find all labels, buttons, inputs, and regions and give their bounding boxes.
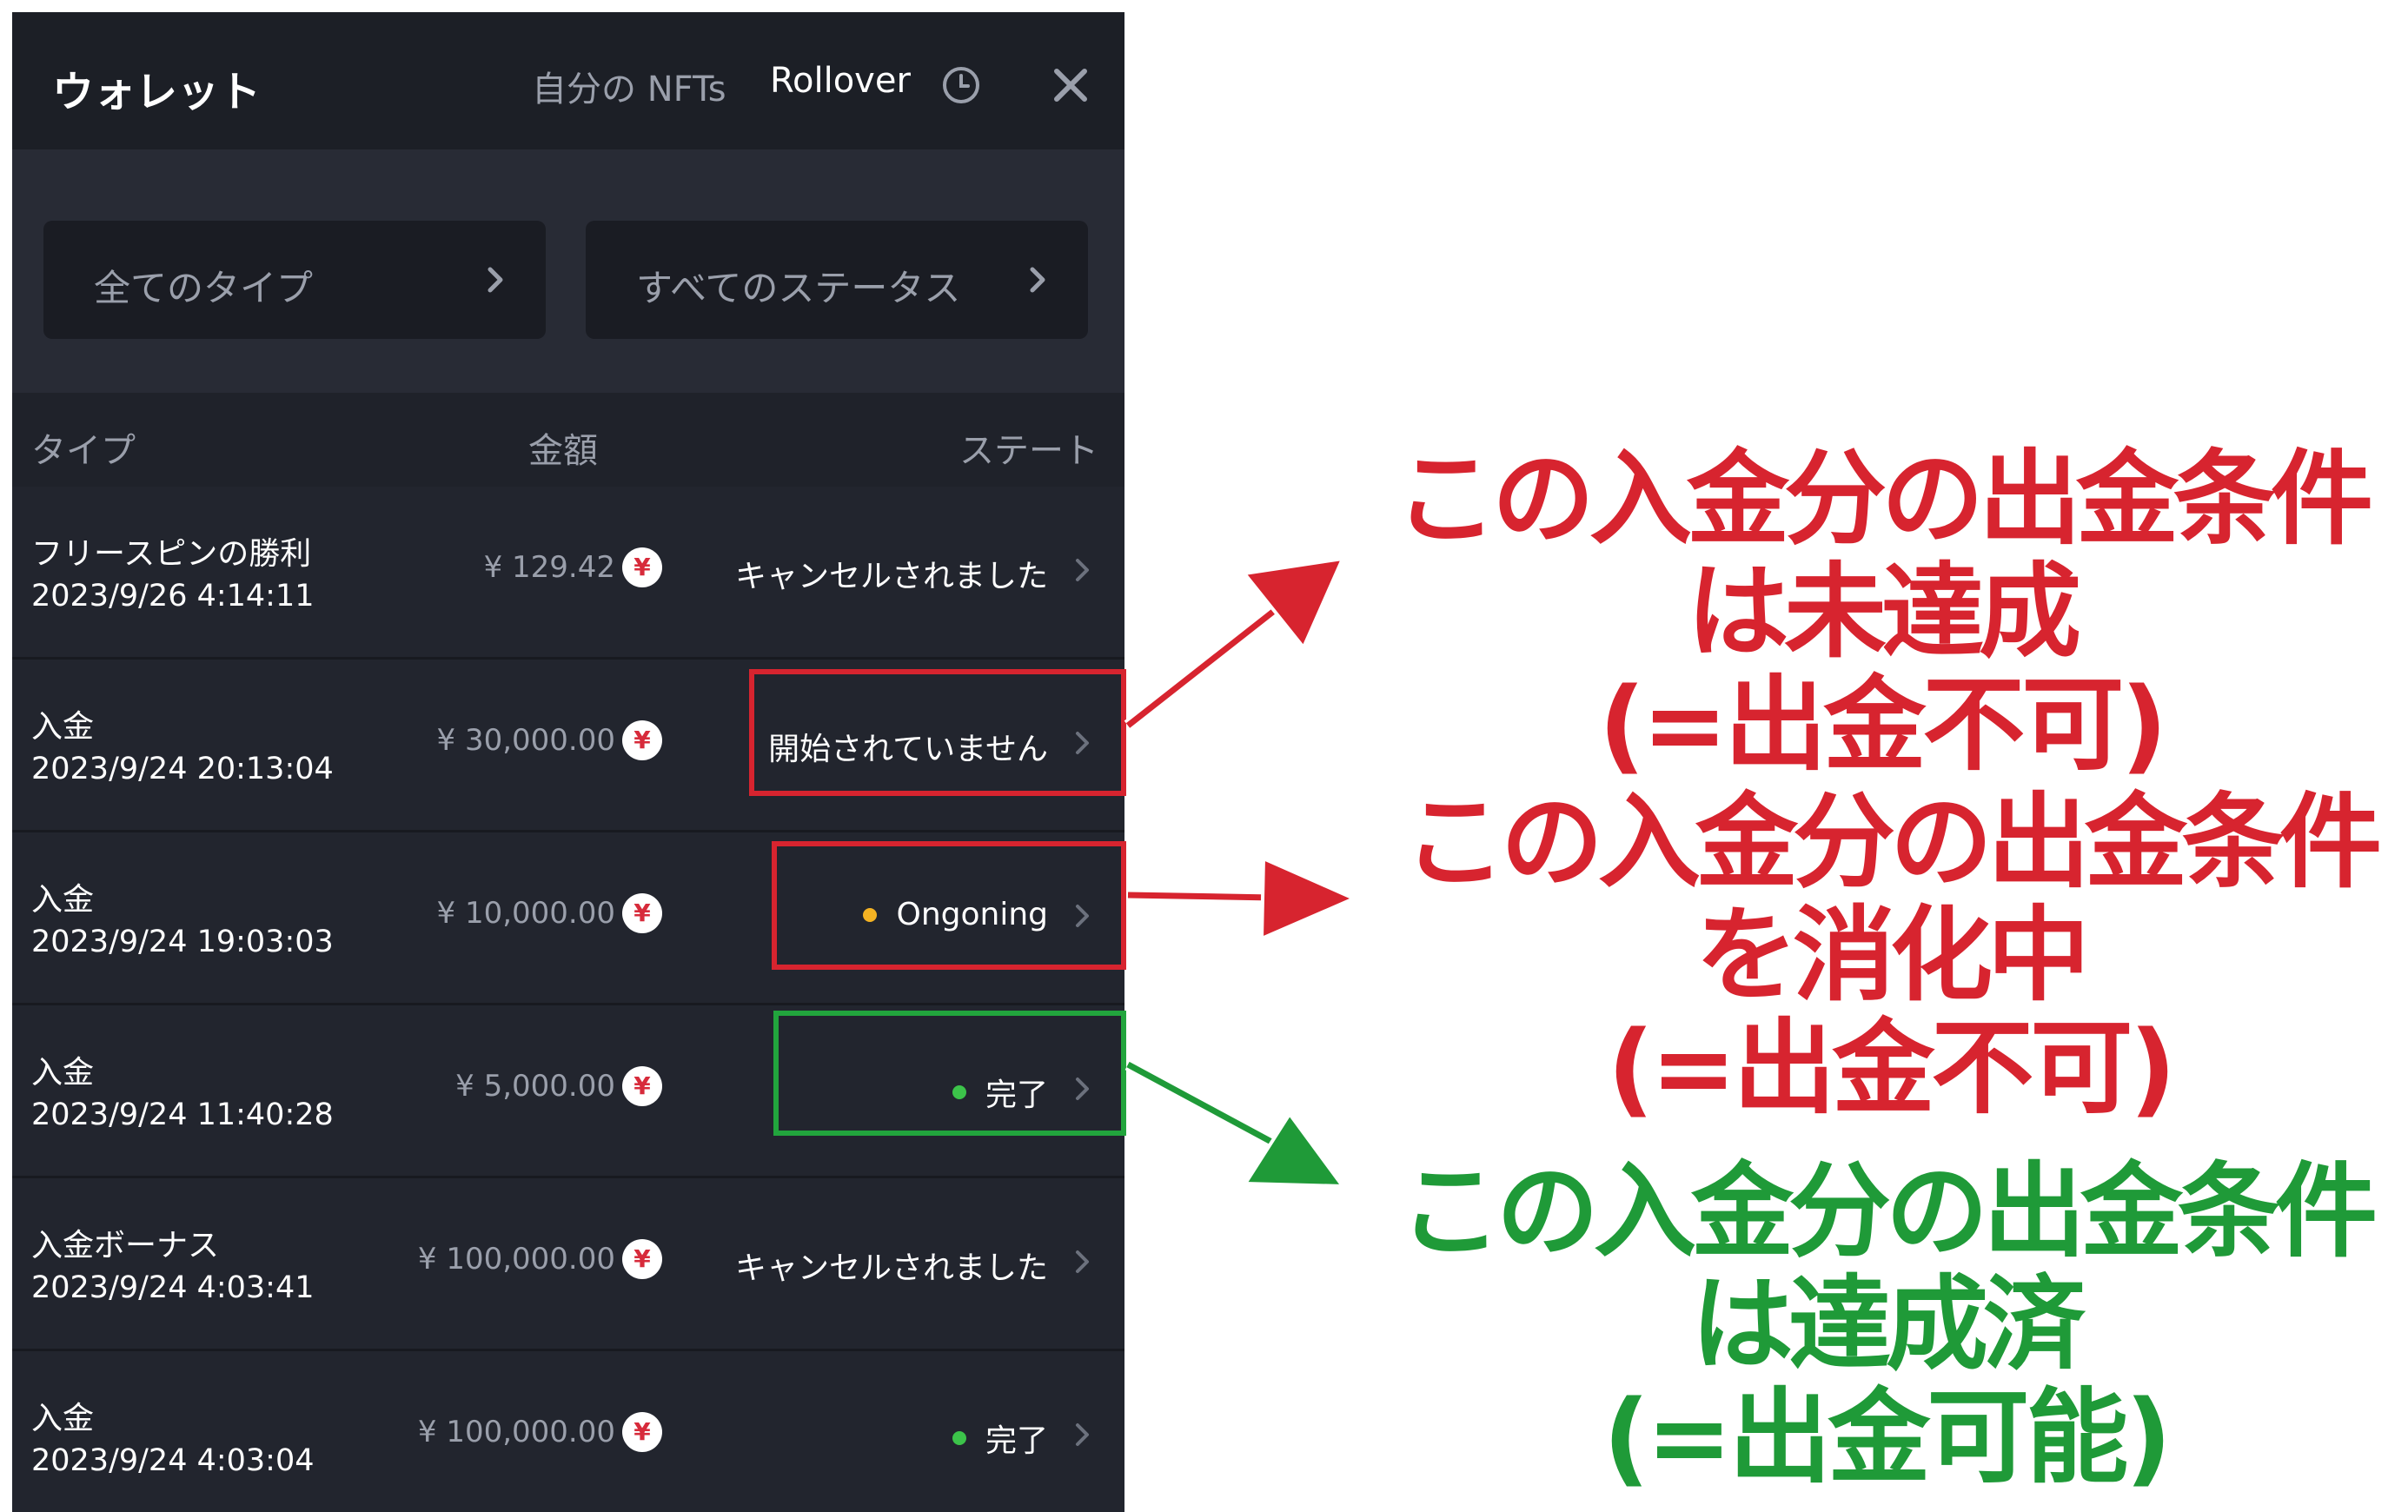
row-amount: ¥ 10,000.00 ¥ [437, 893, 662, 933]
status-dot-icon [952, 1431, 966, 1445]
wallet-title: ウォレット [52, 68, 262, 116]
row-status: 完了 [952, 1416, 1048, 1461]
row-date: 2023/9/24 11:40:28 [31, 1098, 334, 1132]
highlight-box-not-started [749, 669, 1126, 796]
row-date: 2023/9/24 19:03:03 [31, 925, 334, 959]
row-date: 2023/9/24 20:13:04 [31, 752, 334, 786]
chevron-right-icon [1076, 1423, 1089, 1446]
yen-coin-icon: ¥ [622, 547, 662, 587]
yen-coin-icon: ¥ [622, 1412, 662, 1452]
status-filter-button[interactable]: すべてのステータス [586, 221, 1088, 339]
type-filter-label: 全てのタイプ [94, 267, 314, 309]
chevron-right-icon [488, 267, 503, 293]
row-date: 2023/9/26 4:14:11 [31, 579, 315, 613]
row-amount: ¥ 129.42 ¥ [484, 547, 662, 587]
status-text: 完了 [985, 1423, 1048, 1459]
annotation-text: この入金分の出金条件を消化中 [1403, 782, 2382, 1015]
yen-coin-icon: ¥ [622, 720, 662, 760]
annotation-ongoing: この入金分の出金条件を消化中 (=出金不可) [1369, 786, 2408, 1124]
table-row[interactable]: フリースピンの勝利 2023/9/26 4:14:11 ¥ 129.42 ¥ キャ… [12, 487, 1124, 660]
annotation-text: この入金分の出金条件は未達成 [1394, 439, 2373, 672]
type-filter-button[interactable]: 全てのタイプ [43, 221, 546, 339]
row-amount: ¥ 100,000.00 ¥ [418, 1412, 662, 1452]
annotation-completed: この入金分の出金条件は達成済 (=出金可能) [1364, 1151, 2407, 1497]
tab-my-nfts[interactable]: 自分の NFTs [532, 61, 726, 111]
amount-value: ¥ 5,000.00 [455, 1069, 615, 1104]
row-date: 2023/9/24 4:03:04 [31, 1443, 315, 1478]
status-text: キャンセルされました [734, 1250, 1048, 1286]
table-header: タイプ 金額 ステート [12, 393, 1124, 487]
row-status: キャンセルされました [735, 551, 1048, 596]
highlight-box-ongoing [772, 841, 1126, 970]
arrow-green-down [1124, 1058, 1347, 1189]
status-filter-label: すべてのステータス [636, 267, 961, 309]
row-type: 入金 [31, 1055, 95, 1091]
status-text: キャンセルされました [734, 559, 1048, 594]
tab-rollover[interactable]: Rollover [770, 61, 911, 101]
chevron-right-icon [1076, 1250, 1089, 1273]
row-type: 入金 [31, 882, 95, 918]
amount-value: ¥ 100,000.00 [417, 1242, 615, 1277]
yen-coin-icon: ¥ [622, 893, 662, 933]
row-amount: ¥ 100,000.00 ¥ [418, 1239, 662, 1279]
row-amount: ¥ 30,000.00 ¥ [437, 720, 662, 760]
amount-value: ¥ 30,000.00 [436, 723, 615, 758]
amount-value: ¥ 10,000.00 [436, 896, 615, 931]
filter-bar: 全てのタイプ すべてのステータス [12, 149, 1124, 393]
row-type: 入金 [31, 709, 95, 745]
row-type: フリースピンの勝利 [31, 536, 312, 572]
arrow-red-up [1124, 556, 1346, 731]
annotation-not-started: この入金分の出金条件は未達成 (=出金不可) [1356, 439, 2407, 785]
row-status: キャンセルされました [735, 1243, 1048, 1288]
clock-icon[interactable] [940, 64, 982, 106]
wallet-header: ウォレット 自分の NFTs Rollover [12, 12, 1124, 149]
column-header-type: タイプ [31, 431, 136, 471]
row-date: 2023/9/24 4:03:41 [31, 1270, 315, 1305]
amount-value: ¥ 100,000.00 [417, 1415, 615, 1449]
column-header-status: ステート [959, 431, 1098, 471]
row-amount: ¥ 5,000.00 ¥ [455, 1066, 662, 1106]
arrow-red-right [1127, 855, 1358, 942]
column-header-amount: 金額 [528, 431, 598, 471]
transaction-list: フリースピンの勝利 2023/9/26 4:14:11 ¥ 129.42 ¥ キャ… [12, 487, 1124, 1512]
row-type: 入金ボーナス [31, 1228, 220, 1263]
row-type: 入金 [31, 1401, 95, 1436]
table-row[interactable]: 入金ボーナス 2023/9/24 4:03:41 ¥ 100,000.00 ¥ キ… [12, 1178, 1124, 1351]
annotation-subtext: (=出金可能) [1602, 1376, 2173, 1497]
annotation-text: この入金分の出金条件は達成済 [1398, 1151, 2378, 1384]
table-row[interactable]: 入金 2023/9/24 4:03:04 ¥ 100,000.00 ¥ 完了 [12, 1351, 1124, 1512]
chevron-right-icon [1030, 267, 1045, 293]
amount-value: ¥ 129.42 [483, 550, 615, 585]
close-icon[interactable] [1046, 61, 1095, 109]
annotation-subtext: (=出金不可) [1607, 1007, 2177, 1128]
yen-coin-icon: ¥ [622, 1066, 662, 1106]
annotation-subtext: (=出金不可) [1598, 664, 2168, 785]
yen-coin-icon: ¥ [622, 1239, 662, 1279]
highlight-box-completed [773, 1011, 1126, 1136]
chevron-right-icon [1076, 559, 1089, 581]
